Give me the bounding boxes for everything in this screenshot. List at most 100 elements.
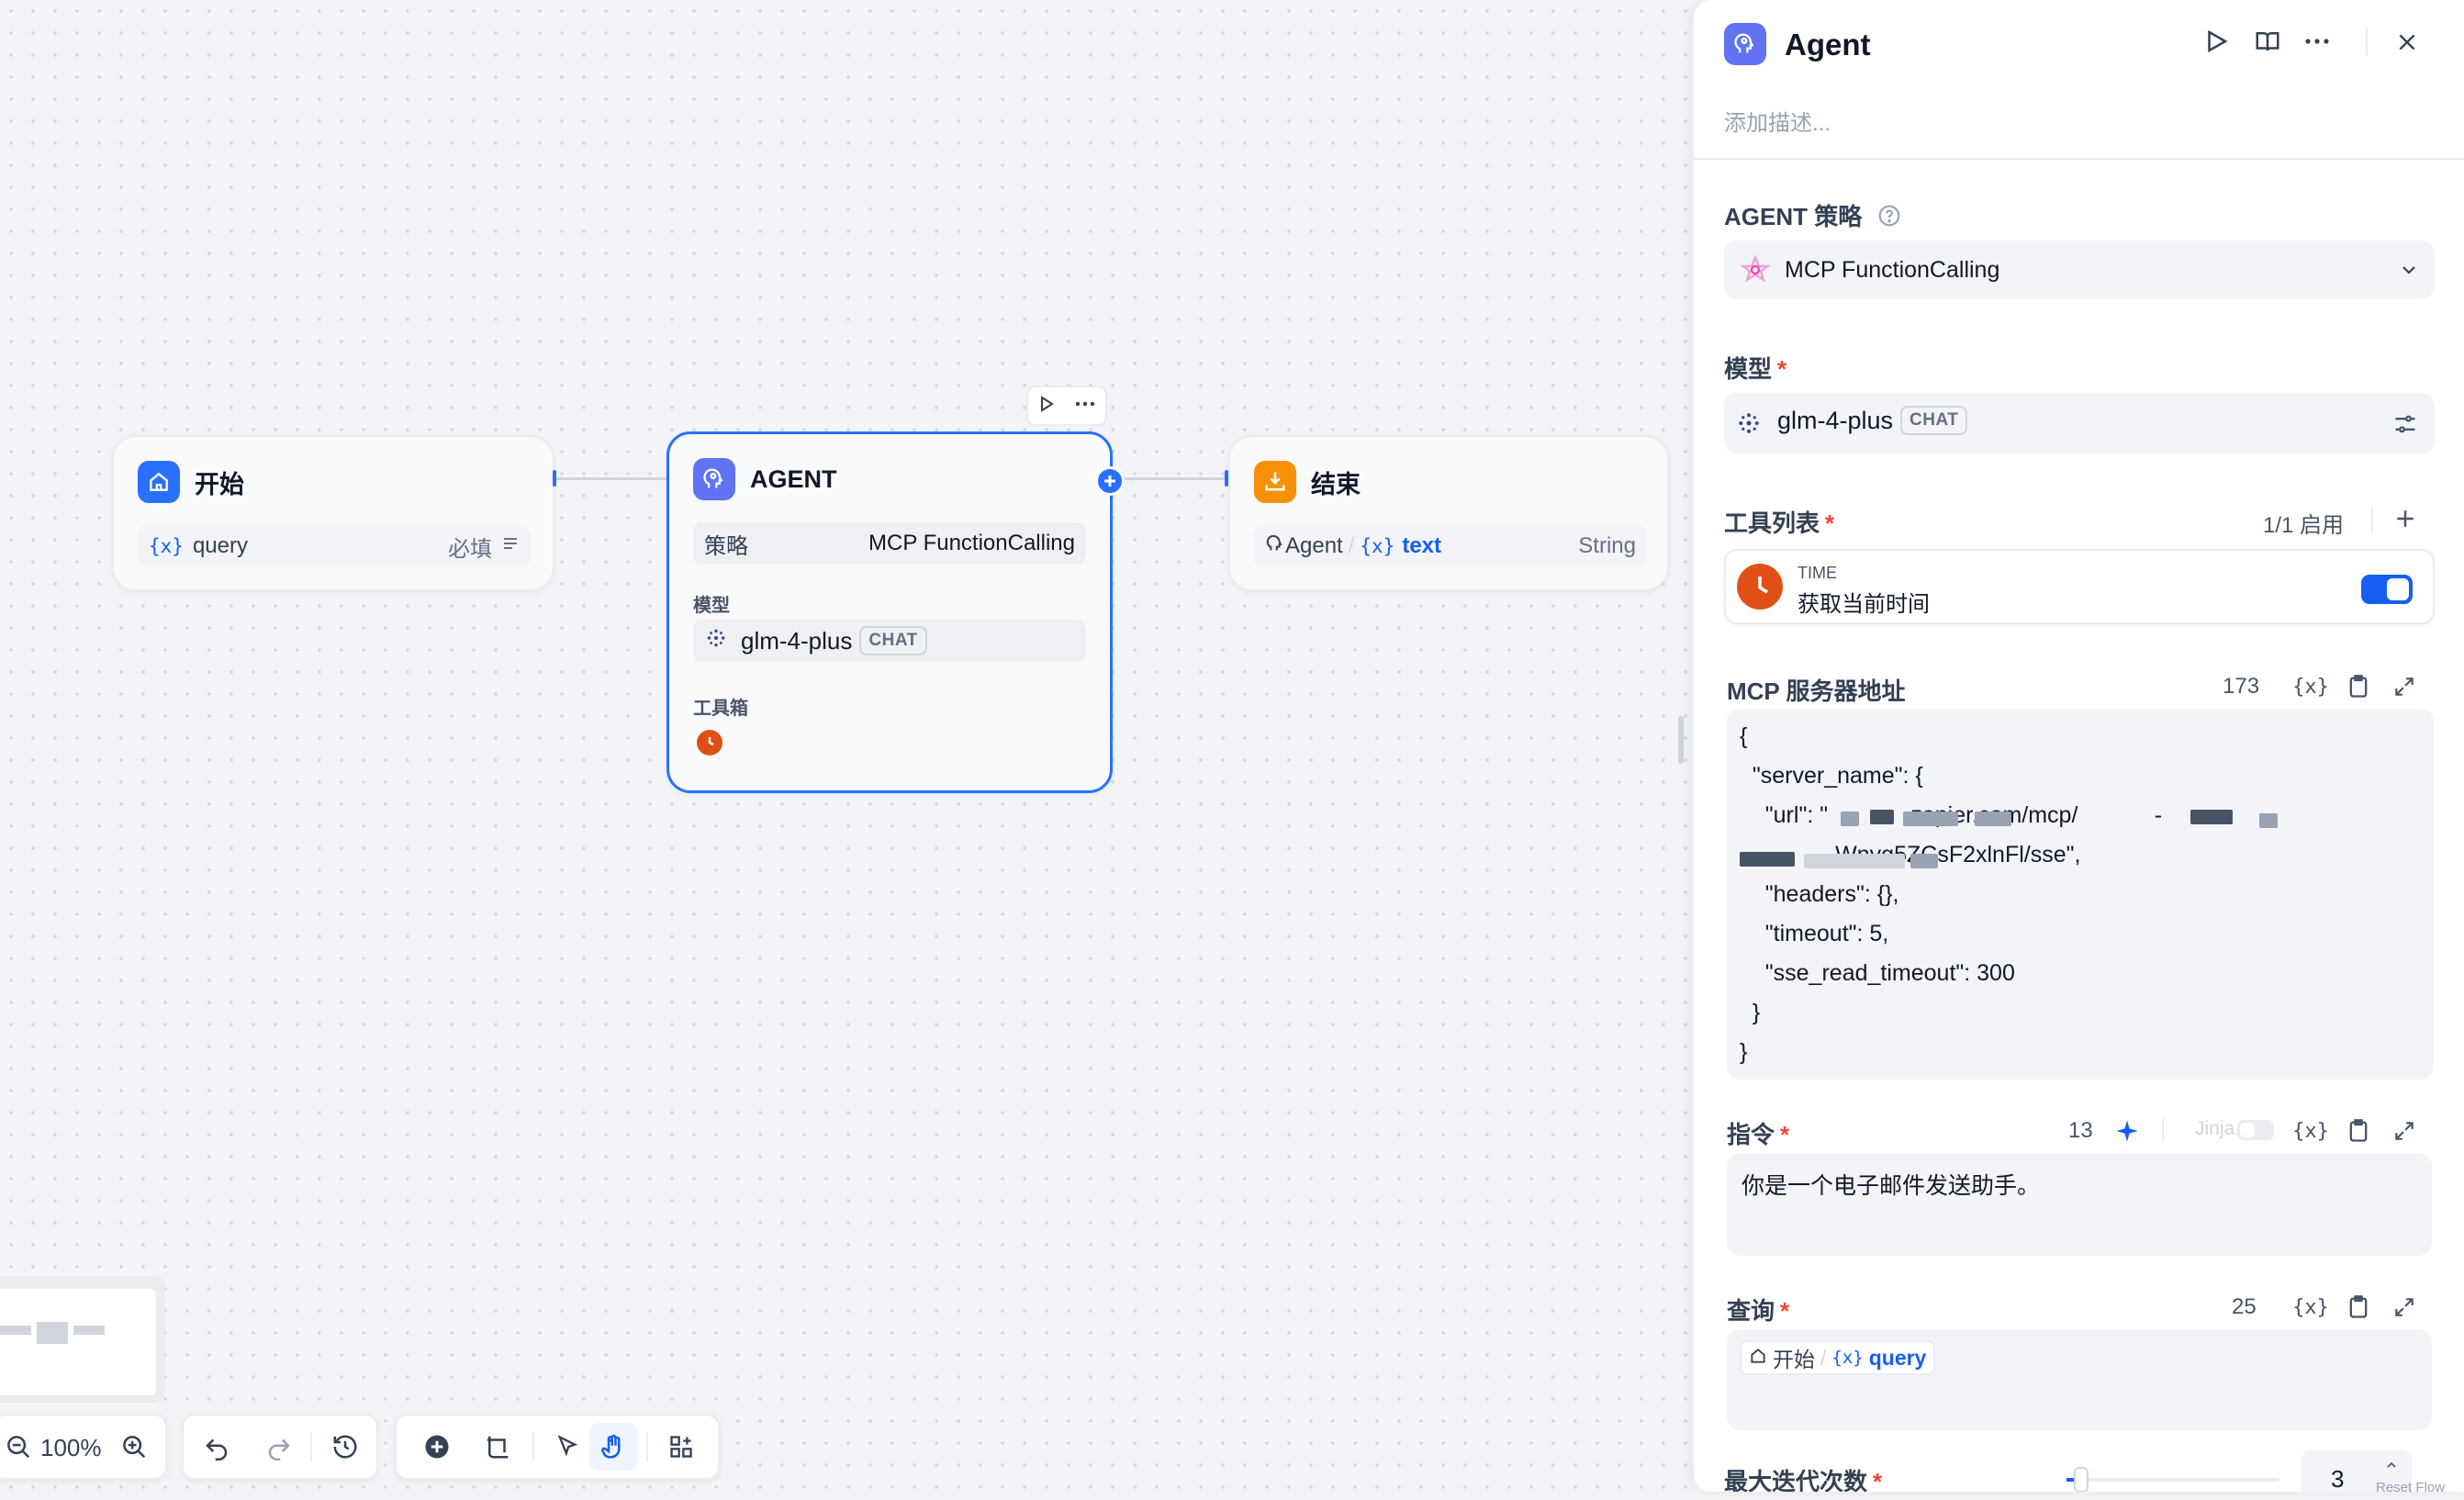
expand-icon[interactable] xyxy=(2386,668,2423,705)
more-icon[interactable] xyxy=(1074,395,1096,418)
redaction-mark xyxy=(1740,852,1795,867)
query-editor[interactable]: 开始 / {x} query xyxy=(1727,1329,2432,1430)
variable-icon: {x} xyxy=(1360,535,1395,557)
copy-icon[interactable] xyxy=(2340,668,2377,705)
zoom-in-icon[interactable] xyxy=(110,1423,158,1471)
add-tool-icon[interactable] xyxy=(2391,505,2419,537)
clock-icon xyxy=(697,730,722,756)
mcp-config-editor[interactable]: { "server_name": { "url": " .zapier.com/… xyxy=(1727,709,2434,1080)
instruction-divider xyxy=(2162,1118,2164,1142)
path-separator: / xyxy=(1348,533,1355,558)
close-icon[interactable] xyxy=(2395,30,2419,59)
variable-reference-chip[interactable]: 开始 / {x} query xyxy=(1740,1340,1936,1375)
add-block-icon[interactable] xyxy=(413,1423,461,1471)
query-section-label: 查询 * xyxy=(1727,1297,1790,1325)
query-var-name: query xyxy=(1868,1345,1927,1370)
max-iterations-label: 最大迭代次数 * xyxy=(1724,1468,1883,1492)
start-output-handle[interactable] xyxy=(553,470,556,487)
jinja-label: Jinja xyxy=(2195,1118,2235,1139)
tool-enable-toggle[interactable] xyxy=(2361,575,2413,604)
redaction-mark xyxy=(1910,854,1938,868)
code-line: "sse_read_timeout": 300 xyxy=(1740,960,2015,986)
copy-icon[interactable] xyxy=(2340,1289,2377,1326)
edge-agent-end xyxy=(1125,477,1227,480)
header-separator xyxy=(1694,158,2464,160)
home-icon xyxy=(1749,1346,1767,1371)
model-selector[interactable]: glm-4-plus CHAT xyxy=(1724,393,2435,453)
end-node[interactable]: 结束 Agent / {x} text String xyxy=(1228,435,1669,591)
run-step-icon[interactable] xyxy=(2202,28,2230,60)
undo-icon[interactable] xyxy=(193,1423,241,1471)
organize-blocks-icon[interactable] xyxy=(657,1423,705,1471)
model-settings-icon[interactable] xyxy=(2392,411,2418,442)
hand-icon[interactable] xyxy=(589,1423,637,1471)
start-node-title: 开始 xyxy=(195,470,244,498)
panel-resize-handle[interactable] xyxy=(1678,716,1684,764)
end-var-name: text xyxy=(1402,533,1442,558)
minimap-node xyxy=(37,1322,68,1344)
model-badge: CHAT xyxy=(1900,406,1968,435)
insert-variable-icon[interactable]: {x} xyxy=(2292,668,2329,705)
history-toolbar xyxy=(182,1414,378,1480)
insert-variable-icon[interactable]: {x} xyxy=(2292,1113,2329,1149)
redo-icon[interactable] xyxy=(255,1423,303,1471)
model-section-label: 模型 xyxy=(693,596,730,616)
redaction-mark xyxy=(1804,854,1905,868)
zoom-out-icon[interactable] xyxy=(0,1423,42,1471)
minimap[interactable] xyxy=(0,1276,165,1403)
expand-icon[interactable] xyxy=(2386,1289,2423,1326)
max-iterations-slider-track[interactable] xyxy=(2066,1467,2279,1492)
history-icon[interactable] xyxy=(321,1423,369,1471)
max-iterations-value: 3 xyxy=(2331,1465,2345,1492)
agent-small-icon xyxy=(1265,533,1285,560)
description-input[interactable]: 添加描述... xyxy=(1724,105,1831,137)
insert-variable-icon[interactable]: {x} xyxy=(2292,1289,2329,1326)
end-var-type: String xyxy=(1578,533,1636,558)
strategy-select[interactable]: MCP FunctionCalling xyxy=(1724,241,2435,299)
tools-enabled-count: 1/1 启用 xyxy=(2263,513,2345,538)
agent-strategy-row: 策略 MCP FunctionCalling xyxy=(693,522,1086,565)
variable-icon: {x} xyxy=(149,535,184,557)
more-icon[interactable] xyxy=(2303,33,2331,54)
path-separator: / xyxy=(1820,1345,1827,1370)
zoom-level[interactable]: 100% xyxy=(40,1434,102,1462)
agent-node-title: AGENT xyxy=(750,465,837,493)
sparkle-icon[interactable] xyxy=(2109,1113,2145,1149)
start-node[interactable]: 开始 {x} query 必填 xyxy=(112,435,554,591)
redaction-mark xyxy=(1903,812,1958,826)
help-icon[interactable] xyxy=(1877,204,1901,234)
jinja-toggle[interactable] xyxy=(2237,1120,2274,1140)
end-var-row[interactable]: Agent / {x} text String xyxy=(1254,525,1647,567)
expand-icon[interactable] xyxy=(2386,1113,2423,1149)
model-provider-icon xyxy=(1735,409,1763,442)
chevron-up-icon[interactable] xyxy=(2384,1458,2399,1477)
code-line: } xyxy=(1740,1039,1748,1065)
copy-icon[interactable] xyxy=(2340,1113,2377,1149)
minimap-node xyxy=(0,1326,31,1335)
slider-thumb[interactable] xyxy=(2074,1467,2089,1492)
run-node-icon[interactable] xyxy=(1037,395,1056,418)
code-line: { xyxy=(1740,723,1748,749)
agent-node[interactable]: AGENT 策略 MCP FunctionCalling 模型 glm-4-pl… xyxy=(666,431,1113,793)
node-mini-toolbar xyxy=(1026,386,1107,426)
mcp-char-count: 173 xyxy=(2223,674,2260,699)
model-badge: CHAT xyxy=(859,626,927,655)
add-note-icon[interactable] xyxy=(474,1423,521,1471)
home-icon xyxy=(138,461,180,503)
model-name: glm-4-plus xyxy=(1777,406,1894,434)
tool-item[interactable]: TIME 获取当前时间 xyxy=(1724,549,2435,624)
instruction-char-count: 13 xyxy=(2068,1118,2093,1143)
instruction-editor[interactable]: 你是一个电子邮件发送助手。 xyxy=(1727,1153,2432,1256)
reset-flow-label[interactable]: Reset Flow xyxy=(2376,1480,2445,1495)
query-source-node: 开始 xyxy=(1773,1348,1815,1371)
panel-title[interactable]: Agent xyxy=(1785,28,1871,62)
model-name: glm-4-plus xyxy=(741,626,853,655)
agent-model-row: glm-4-plus CHAT xyxy=(693,620,1086,662)
book-icon[interactable] xyxy=(2254,28,2281,60)
code-line: } xyxy=(1740,1000,1761,1025)
add-node-button[interactable] xyxy=(1095,466,1125,496)
mcp-section-label: MCP 服务器地址 xyxy=(1727,677,1906,705)
tool-name: 获取当前时间 xyxy=(1798,592,1930,617)
start-var-row[interactable]: {x} query 必填 xyxy=(138,525,531,567)
pointer-icon[interactable] xyxy=(543,1423,591,1471)
